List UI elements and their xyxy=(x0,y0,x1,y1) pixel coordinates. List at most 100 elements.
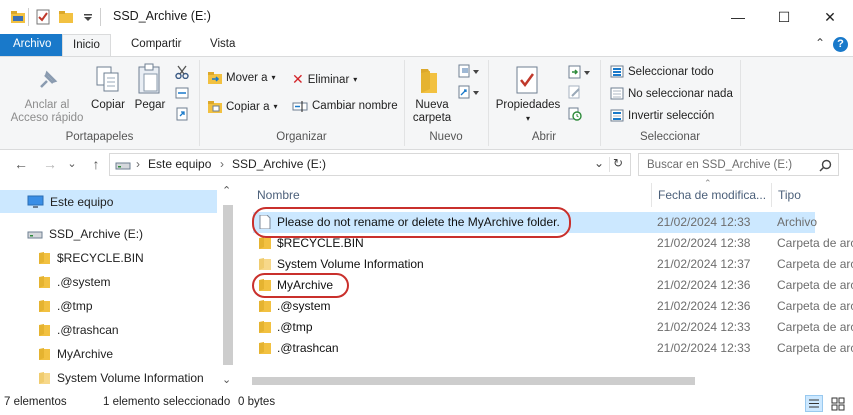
open-icon[interactable] xyxy=(568,65,592,79)
search-input[interactable] xyxy=(639,154,809,175)
tab-view[interactable]: Vista xyxy=(200,34,245,56)
group-divider xyxy=(740,60,741,146)
folder-icon xyxy=(39,275,50,288)
select-all-icon xyxy=(610,65,624,78)
table-row[interactable]: System Volume Information 21/02/2024 12:… xyxy=(253,254,853,275)
navigation-bar: ← → ⌄ ↑ › Este equipo › SSD_Archive (E:)… xyxy=(0,150,853,178)
breadcrumb-separator[interactable]: › xyxy=(220,157,224,171)
new-folder-quick-icon[interactable] xyxy=(58,9,74,25)
annotation-highlight-readme xyxy=(252,207,571,238)
cut-icon[interactable] xyxy=(175,65,189,79)
title-bar: SSD_Archive (E:) — ☐ ✕ xyxy=(0,0,853,34)
title-divider xyxy=(100,8,101,26)
help-icon[interactable]: ? xyxy=(833,37,848,52)
address-bar[interactable]: › Este equipo › SSD_Archive (E:) ⌄ ↻ xyxy=(109,153,631,176)
maximize-button[interactable]: ☐ xyxy=(761,0,807,34)
recent-locations-button[interactable]: ⌄ xyxy=(62,154,82,174)
paste-shortcut-icon[interactable] xyxy=(175,107,189,121)
invert-selection-button[interactable]: Invertir selección xyxy=(610,109,714,122)
group-label-select: Seleccionar xyxy=(639,131,701,143)
collapse-ribbon-icon[interactable]: ⌃ xyxy=(815,36,825,50)
nav-item-folder[interactable]: .@tmp xyxy=(0,294,217,317)
horizontal-scrollbar[interactable] xyxy=(238,372,853,389)
table-row[interactable]: .@system 21/02/2024 12:36 Carpeta de arc… xyxy=(253,296,853,317)
refresh-icon[interactable]: ↻ xyxy=(613,156,623,170)
select-none-icon xyxy=(610,87,624,100)
breadcrumb-drive[interactable]: SSD_Archive (E:) xyxy=(232,157,326,171)
select-all-button[interactable]: Seleccionar todo xyxy=(610,65,714,78)
nav-item-folder[interactable]: MyArchive xyxy=(0,342,217,365)
scroll-thumb[interactable] xyxy=(252,377,695,385)
search-icon[interactable] xyxy=(819,159,832,172)
tab-file[interactable]: Archivo xyxy=(0,34,65,56)
group-label-new: Nuevo xyxy=(429,131,463,143)
minimize-button[interactable]: — xyxy=(715,0,761,34)
file-list: Nombre ⌃ Fecha de modifica... Tipo Pleas… xyxy=(238,178,853,392)
selection-size: 0 bytes xyxy=(238,396,276,408)
nav-item-drive[interactable]: SSD_Archive (E:) xyxy=(0,222,217,245)
nav-item-folder[interactable]: $RECYCLE.BIN xyxy=(0,246,217,269)
close-button[interactable]: ✕ xyxy=(807,0,853,34)
properties-button[interactable]: Propiedades ▾ xyxy=(494,99,562,125)
chevron-down-icon: ▾ xyxy=(273,102,278,111)
status-bar: 7 elementos 1 elemento seleccionado 0 by… xyxy=(0,392,853,415)
nav-scrollbar[interactable]: ⌃ ⌄ xyxy=(218,183,237,392)
select-none-button[interactable]: No seleccionar nada xyxy=(610,87,733,100)
nav-item-folder[interactable]: .@system xyxy=(0,270,217,293)
explorer-app-icon[interactable] xyxy=(10,9,26,25)
breadcrumb-this-pc[interactable]: Este equipo xyxy=(148,157,211,171)
tab-home[interactable]: Inicio xyxy=(62,34,111,57)
large-icons-view-icon[interactable] xyxy=(829,395,847,412)
customize-toolbar-icon[interactable] xyxy=(82,9,94,25)
folder-icon xyxy=(259,237,271,249)
folder-icon xyxy=(39,323,50,336)
table-row[interactable]: .@trashcan 21/02/2024 12:33 Carpeta de a… xyxy=(253,338,853,359)
edit-icon[interactable] xyxy=(568,85,582,99)
selection-count: 1 elemento seleccionado xyxy=(103,396,231,408)
scroll-thumb[interactable] xyxy=(223,205,233,365)
delete-x-icon: ✕ xyxy=(292,71,304,87)
new-item-icon[interactable] xyxy=(458,64,480,78)
table-row[interactable]: .@tmp 21/02/2024 12:33 Carpeta de archiv… xyxy=(253,317,853,338)
folder-icon xyxy=(259,300,271,312)
paste-button[interactable]: Pegar xyxy=(131,99,169,112)
ribbon-tabs: Archivo Inicio Compartir Vista ⌃ ? xyxy=(0,34,853,57)
column-header-date[interactable]: Fecha de modifica... xyxy=(658,183,766,207)
move-to-button[interactable]: Mover a ▾ xyxy=(208,71,276,84)
column-divider[interactable] xyxy=(771,183,772,207)
rename-button[interactable]: Cambiar nombre xyxy=(292,100,398,112)
column-divider[interactable] xyxy=(651,183,652,207)
ribbon: Anclar al Acceso rápido Copiar Pegar Por… xyxy=(0,56,853,150)
breadcrumb-separator[interactable]: › xyxy=(136,157,140,171)
nav-item-this-pc[interactable]: Este equipo xyxy=(0,190,217,213)
quick-access-divider xyxy=(28,8,29,26)
easy-access-icon[interactable] xyxy=(458,85,480,99)
chevron-down-icon: ▾ xyxy=(525,114,530,123)
column-header-type[interactable]: Tipo xyxy=(778,183,801,207)
tab-share[interactable]: Compartir xyxy=(121,34,191,56)
invert-selection-icon xyxy=(610,109,624,122)
history-icon[interactable] xyxy=(568,107,582,121)
copy-to-button[interactable]: Copiar a ▾ xyxy=(208,100,277,113)
pin-icon xyxy=(40,70,58,88)
properties-check-icon[interactable] xyxy=(35,9,51,25)
address-dropdown-icon[interactable]: ⌄ xyxy=(594,156,604,170)
drive-icon xyxy=(27,231,43,238)
copy-button[interactable]: Copiar xyxy=(88,99,128,112)
back-button[interactable]: ← xyxy=(11,154,31,174)
pin-quick-access-button[interactable]: Anclar al Acceso rápido xyxy=(8,99,86,125)
up-button[interactable]: ↑ xyxy=(86,154,106,174)
column-header-name[interactable]: Nombre xyxy=(257,183,300,207)
scroll-down-icon[interactable]: ⌄ xyxy=(222,373,231,386)
copy-path-icon[interactable] xyxy=(175,87,189,99)
nav-item-folder[interactable]: .@trashcan xyxy=(0,318,217,341)
forward-button[interactable]: → xyxy=(40,154,60,174)
window-title: SSD_Archive (E:) xyxy=(113,9,211,23)
nav-item-folder[interactable]: System Volume Information xyxy=(0,366,217,389)
new-folder-button[interactable]: Nueva carpeta xyxy=(410,99,454,125)
search-box[interactable] xyxy=(638,153,839,176)
scroll-up-icon[interactable]: ⌃ xyxy=(222,184,231,197)
details-view-icon[interactable] xyxy=(805,395,823,412)
delete-button[interactable]: ✕ Eliminar ▾ xyxy=(292,71,357,88)
chevron-down-icon: ▾ xyxy=(353,75,358,84)
